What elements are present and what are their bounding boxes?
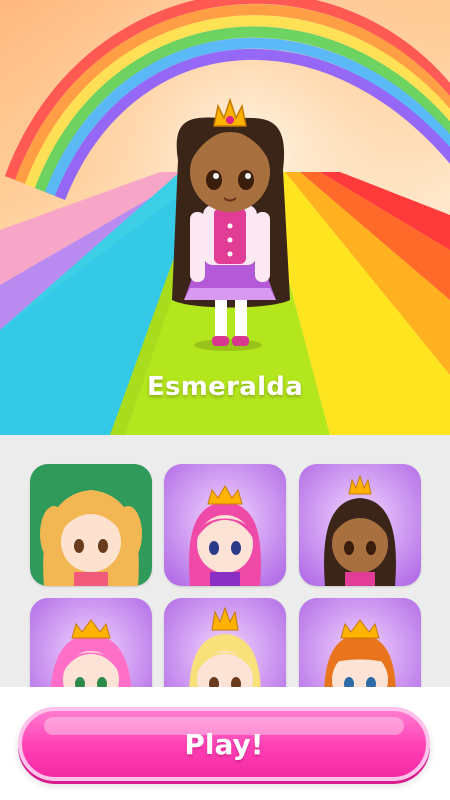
- character-portrait: [164, 464, 286, 586]
- character-name-label: Esmeralda: [146, 372, 304, 402]
- character-card-5[interactable]: [164, 598, 286, 687]
- bottom-bar: Play!: [0, 687, 450, 800]
- character-card-2[interactable]: [164, 464, 286, 586]
- character-portrait: [164, 598, 286, 687]
- character-card-6[interactable]: [299, 598, 421, 687]
- character-portrait: [299, 464, 421, 586]
- character-card-4[interactable]: [30, 598, 152, 687]
- character-card-3[interactable]: [299, 464, 421, 586]
- play-button-label: Play!: [184, 727, 264, 761]
- character-portrait: [30, 598, 152, 687]
- character-portrait: [30, 464, 152, 586]
- play-button[interactable]: Play!: [18, 707, 430, 781]
- character-card-1[interactable]: [30, 464, 152, 586]
- rainbow-road-background: [0, 0, 450, 435]
- character-selection-grid: [0, 435, 450, 687]
- character-portrait: [299, 598, 421, 687]
- character-preview-scene: Esmeralda: [0, 0, 450, 435]
